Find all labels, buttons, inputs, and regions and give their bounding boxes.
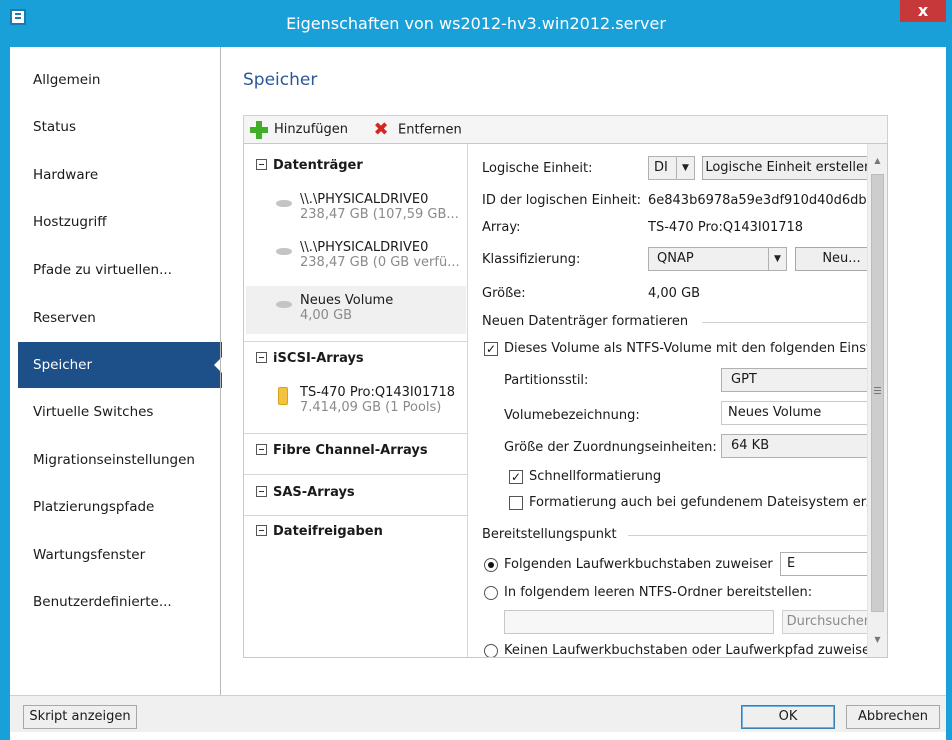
ok-button[interactable]: OK [741, 705, 835, 729]
force-format-checkbox[interactable] [509, 496, 523, 510]
size-value: 4,00 GB [648, 286, 701, 301]
create-lun-button[interactable]: Logische Einheit erstellen... [702, 156, 887, 180]
toolbar: Hinzufügen ✖ Entfernen [243, 115, 888, 143]
properties-panel: Logische Einheit: DI ▼ Logische Einheit e… [482, 144, 888, 658]
collapse-icon[interactable] [256, 525, 267, 536]
group-line [702, 322, 887, 323]
classification-label: Klassifizierung: [482, 252, 581, 267]
format-group-label: Neuen Datenträger formatieren [482, 314, 689, 329]
title-bar: Eigenschaften von ws2012-hv3.win2012.ser… [0, 0, 952, 47]
storage-content: Datenträger \\.\PHYSICALDRIVE0 238,47 GB… [243, 143, 888, 658]
nav-item-speicher[interactable]: Speicher [18, 342, 222, 388]
ntfs-checkbox-label: Dieses Volume als NTFS-Volume mit den fo… [504, 341, 880, 356]
volume-label-label: Volumebezeichnung: [504, 408, 640, 423]
disk-icon [276, 301, 292, 308]
dropdown-arrow-icon: ▼ [676, 157, 694, 179]
lun-dropdown[interactable]: DI ▼ [648, 156, 695, 180]
nav-item-status[interactable]: Status [18, 104, 222, 150]
size-label: Größe: [482, 286, 526, 301]
left-navigation: Allgemein Status Hardware Hostzugriff Pf… [18, 57, 222, 697]
nav-item-pfade[interactable]: Pfade zu virtuellen... [18, 247, 222, 293]
ntfs-folder-radio-label: In folgendem leeren NTFS-Ordner bereitst… [504, 585, 813, 600]
allocation-size-dropdown[interactable]: 64 KB▼ [721, 434, 887, 458]
scroll-up-icon[interactable]: ▲ [868, 152, 887, 170]
collapse-icon[interactable] [256, 486, 267, 497]
tree-group-sas[interactable]: SAS-Arrays [256, 485, 355, 500]
nav-item-hostzugriff[interactable]: Hostzugriff [18, 199, 222, 245]
tree-group-iscsi[interactable]: iSCSI-Arrays [256, 351, 364, 366]
force-format-label: Formatierung auch bei gefundenem Dateisy… [529, 495, 888, 510]
tree-item-disk-3[interactable]: Neues Volume 4,00 GB [246, 286, 466, 334]
drive-letter-radio-label: Folgenden Laufwerkbuchstaben zuweiser [504, 557, 773, 572]
partition-style-label: Partitionsstil: [504, 373, 589, 388]
nav-item-platzierungspfade[interactable]: Platzierungspfade [18, 484, 222, 530]
scroll-down-icon[interactable]: ▼ [868, 631, 887, 649]
tree-group-disks[interactable]: Datenträger [256, 158, 363, 173]
remove-label: Entfernen [398, 122, 462, 138]
classification-dropdown[interactable]: QNAP ▼ [648, 247, 787, 271]
tree-divider [244, 474, 468, 475]
storage-tree: Datenträger \\.\PHYSICALDRIVE0 238,47 GB… [244, 144, 468, 657]
window-border-left [0, 47, 10, 740]
no-letter-radio[interactable] [484, 644, 498, 657]
partition-style-dropdown[interactable]: GPT▼ [721, 368, 887, 392]
properties-scrollbar[interactable]: ▲ ▼ [867, 144, 887, 657]
dialog-footer: Skript anzeigen OK Abbrechen [10, 695, 946, 732]
folder-path-input[interactable] [504, 610, 774, 634]
cancel-button[interactable]: Abbrechen [846, 705, 940, 729]
dropdown-arrow-icon: ▼ [768, 248, 786, 270]
nav-divider [220, 47, 221, 695]
window-border-right [946, 47, 952, 740]
collapse-icon[interactable] [256, 444, 267, 455]
volume-label-input[interactable]: Neues Volume [721, 401, 887, 425]
array-value: TS-470 Pro:Q143I01718 [648, 220, 804, 235]
quick-format-checkbox[interactable]: ✓ [509, 470, 523, 484]
nav-item-hardware[interactable]: Hardware [18, 152, 222, 198]
nav-item-wartungsfenster[interactable]: Wartungsfenster [18, 532, 222, 578]
quick-format-label: Schnellformatierung [529, 469, 662, 484]
storage-array-icon [278, 387, 288, 405]
tree-group-file-shares[interactable]: Dateifreigaben [256, 524, 383, 539]
tree-group-fibre-channel[interactable]: Fibre Channel-Arrays [256, 443, 428, 458]
tree-item-disk-2[interactable]: \\.\PHYSICALDRIVE0 238,47 GB (0 GB verfü… [274, 240, 464, 280]
scroll-thumb[interactable] [871, 174, 884, 612]
no-letter-radio-label: Keinen Laufwerkbuchstaben oder Laufwerkp… [504, 643, 870, 658]
close-button[interactable]: x [900, 0, 946, 22]
lun-label: Logische Einheit: [482, 161, 593, 176]
nav-item-benutzerdefinierte[interactable]: Benutzerdefinierte... [18, 579, 222, 625]
show-script-button[interactable]: Skript anzeigen [23, 705, 137, 729]
tree-divider [244, 341, 468, 342]
tree-divider [244, 515, 468, 516]
ntfs-checkbox[interactable]: ✓ [484, 342, 498, 356]
tree-item-disk-1[interactable]: \\.\PHYSICALDRIVE0 238,47 GB (107,59 GB.… [274, 192, 464, 232]
tree-divider [244, 433, 468, 434]
drive-letter-radio[interactable] [484, 558, 498, 572]
add-label: Hinzufügen [274, 122, 348, 137]
plus-icon [250, 120, 268, 139]
array-label: Array: [482, 220, 521, 235]
group-line [628, 535, 887, 536]
delete-icon: ✖ [373, 119, 389, 140]
disk-icon [276, 248, 292, 255]
remove-button[interactable]: ✖ Entfernen [372, 119, 462, 140]
allocation-size-label: Größe der Zuordnungseinheiten: [504, 440, 717, 455]
nav-item-migrationseinstellungen[interactable]: Migrationseinstellungen [18, 437, 222, 483]
nav-item-allgemein[interactable]: Allgemein [18, 57, 222, 103]
add-button[interactable]: Hinzufügen [250, 120, 348, 140]
ntfs-folder-radio[interactable] [484, 586, 498, 600]
window-title: Eigenschaften von ws2012-hv3.win2012.ser… [286, 14, 666, 33]
lun-id-value: 6e843b6978a59e3df910d40d6db1de [648, 193, 888, 208]
section-title: Speicher [243, 70, 318, 90]
grip-icon [874, 387, 881, 388]
collapse-icon[interactable] [256, 159, 267, 170]
tree-item-iscsi-array[interactable]: TS-470 Pro:Q143I01718 7.414,09 GB (1 Poo… [274, 385, 464, 425]
collapse-icon[interactable] [256, 352, 267, 363]
lun-id-label: ID der logischen Einheit: [482, 193, 642, 208]
mount-group-label: Bereitstellungspunkt [482, 527, 617, 542]
nav-item-reserven[interactable]: Reserven [18, 295, 222, 341]
nav-item-virtuelle-switches[interactable]: Virtuelle Switches [18, 389, 222, 435]
disk-icon [276, 200, 292, 207]
